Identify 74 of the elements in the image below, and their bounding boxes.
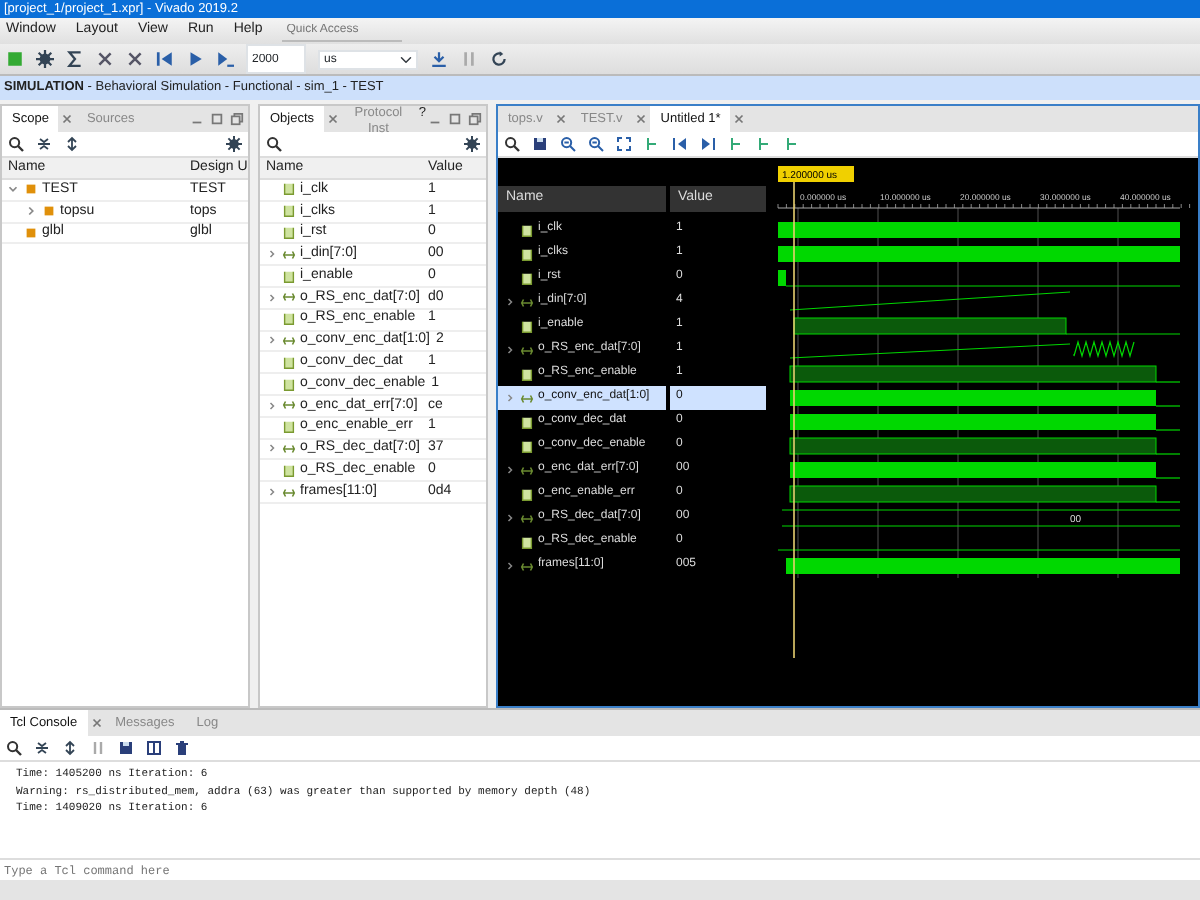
expand-all-icon[interactable] <box>62 740 78 756</box>
search-icon[interactable] <box>6 740 22 756</box>
bit-signal-icon <box>282 420 296 435</box>
settings-icon[interactable] <box>226 136 242 152</box>
chevron-right-icon[interactable] <box>504 296 516 308</box>
bus-signal-icon <box>282 290 296 305</box>
maximize-icon[interactable] <box>210 112 224 126</box>
bus-signal-icon <box>282 247 296 262</box>
cross-icon[interactable] <box>126 50 144 68</box>
marker-icon[interactable] <box>756 136 772 152</box>
close-icon[interactable] <box>634 112 649 126</box>
bus-signal-icon <box>282 441 296 456</box>
collapse-all-icon[interactable] <box>36 136 52 152</box>
bus-signal-icon <box>520 391 534 405</box>
cross-icon[interactable] <box>96 50 114 68</box>
next-icon[interactable] <box>700 136 716 152</box>
zoom-fit-icon[interactable] <box>616 136 632 152</box>
restore-icon[interactable] <box>230 112 244 126</box>
bit-signal-icon <box>520 535 534 549</box>
bus-signal-icon <box>520 559 534 573</box>
chevron-right-icon[interactable] <box>504 464 516 476</box>
save-icon[interactable] <box>532 136 548 152</box>
delete-icon[interactable] <box>174 740 190 756</box>
step-icon[interactable] <box>430 50 448 68</box>
columns-icon[interactable] <box>146 740 162 756</box>
close-icon[interactable] <box>732 112 747 126</box>
chevron-right-icon[interactable] <box>504 512 516 524</box>
bit-signal-icon <box>282 269 296 284</box>
chevron-down-icon[interactable] <box>6 182 20 197</box>
chevron-right-icon[interactable] <box>266 442 278 455</box>
close-icon[interactable] <box>554 112 569 126</box>
previous-icon[interactable] <box>672 136 688 152</box>
bit-signal-icon <box>520 367 534 381</box>
restore-icon[interactable] <box>468 112 482 126</box>
bus-signal-icon <box>520 463 534 477</box>
bit-signal-icon <box>520 487 534 501</box>
bit-signal-icon <box>520 319 534 333</box>
restart-icon[interactable] <box>156 50 174 68</box>
chevron-right-icon[interactable] <box>504 560 516 572</box>
sum-icon[interactable] <box>66 50 84 68</box>
bus-signal-icon <box>282 398 296 413</box>
close-icon[interactable] <box>60 112 75 126</box>
bit-signal-icon <box>282 463 296 478</box>
save-icon[interactable] <box>118 740 134 756</box>
bit-signal-icon <box>282 312 296 327</box>
reload-icon[interactable] <box>490 50 508 68</box>
settings-icon[interactable] <box>36 50 54 68</box>
expand-all-icon[interactable] <box>64 136 80 152</box>
maximize-icon[interactable] <box>448 112 462 126</box>
search-icon[interactable] <box>8 136 24 152</box>
chevron-right-icon[interactable] <box>24 204 38 219</box>
close-icon[interactable] <box>89 716 104 730</box>
search-icon[interactable] <box>266 136 282 152</box>
bus-signal-icon <box>520 295 534 309</box>
collapse-all-icon[interactable] <box>34 740 50 756</box>
run-for-icon[interactable] <box>216 50 234 68</box>
settings-icon[interactable] <box>464 136 480 152</box>
bus-signal-icon <box>282 333 296 348</box>
bus-signal-icon <box>282 485 296 500</box>
chevron-right-icon[interactable] <box>504 344 516 356</box>
play-icon[interactable] <box>186 50 204 68</box>
chevron-right-icon[interactable] <box>266 334 278 347</box>
bus-signal-icon <box>520 343 534 357</box>
chevron-right-icon[interactable] <box>266 291 278 304</box>
zoom-out-icon[interactable] <box>588 136 604 152</box>
chevron-right-icon[interactable] <box>266 399 278 412</box>
chevron-right-icon[interactable] <box>266 486 278 499</box>
marker-icon[interactable] <box>728 136 744 152</box>
marker-icon[interactable] <box>784 136 800 152</box>
marker-icon[interactable] <box>644 136 660 152</box>
bus-signal-icon <box>520 511 534 525</box>
close-icon[interactable] <box>326 112 341 126</box>
search-icon[interactable] <box>504 136 520 152</box>
chevron-right-icon[interactable] <box>266 248 278 261</box>
